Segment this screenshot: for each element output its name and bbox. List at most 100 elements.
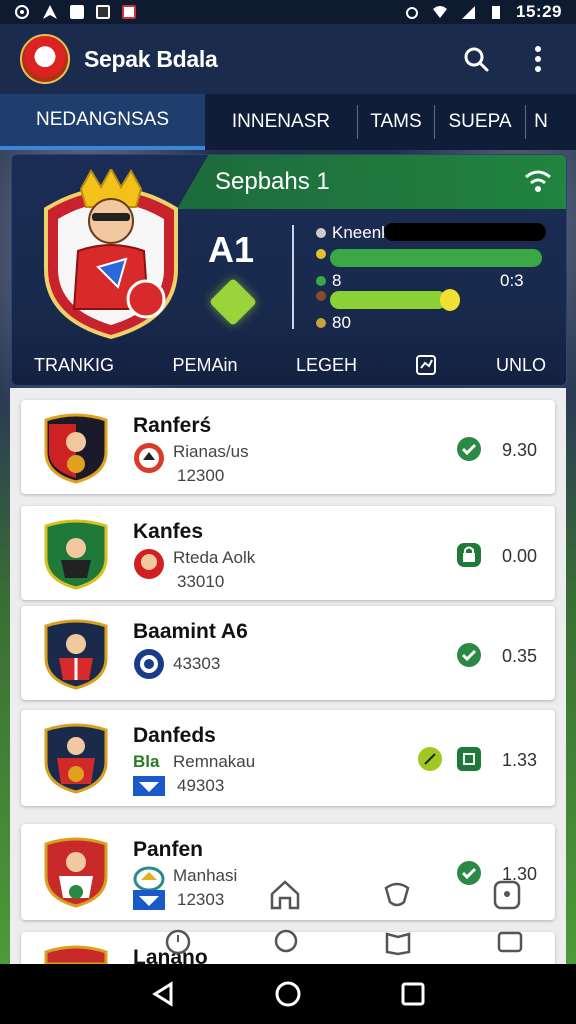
app-title: Sepak Bdala xyxy=(84,45,218,72)
clock-icon[interactable] xyxy=(164,928,192,956)
card-icon[interactable] xyxy=(496,928,524,956)
trophy-icon[interactable] xyxy=(380,878,414,912)
player-tag: Bla xyxy=(133,752,160,771)
stat-row: 80 xyxy=(316,313,351,333)
rank-diamond-icon xyxy=(208,277,258,327)
player-team: Rianas/us xyxy=(173,442,249,461)
tab-0[interactable]: NEDANGNSAS xyxy=(0,94,205,150)
hero-divider xyxy=(292,225,294,329)
club-crest-icon xyxy=(44,619,108,690)
stat-value: 0:3 xyxy=(500,271,524,291)
player-team: Remnakau xyxy=(173,752,256,771)
stat-bar-3 xyxy=(330,291,447,309)
stat-row: Kneenk xyxy=(316,223,390,243)
player-value: 1.33 xyxy=(501,750,537,770)
player-mascot-avatar xyxy=(44,169,178,339)
alert-icon xyxy=(122,5,136,19)
club-crest-icon xyxy=(44,945,108,964)
club-crest-icon xyxy=(44,723,108,794)
player-value: 0.35 xyxy=(501,646,537,666)
stat-bullet-icon xyxy=(316,228,326,238)
club-logo xyxy=(20,34,70,84)
lock-icon xyxy=(457,543,481,567)
tab-3[interactable]: SUEPA xyxy=(435,94,525,150)
back-icon[interactable] xyxy=(149,980,177,1008)
square-status-icon xyxy=(457,747,481,771)
hero-score: A1 xyxy=(208,229,255,270)
player-row[interactable]: Kanfes Rteda Aolk 33010 0.00 xyxy=(21,506,555,600)
profile-icon[interactable] xyxy=(492,878,522,912)
status-bar: 15:29 xyxy=(0,0,576,24)
club-crest-icon xyxy=(44,519,108,590)
tab-4[interactable]: N xyxy=(526,94,556,150)
hero-nav-item[interactable]: PEMAin xyxy=(172,355,237,376)
player-name: Baamint A6 xyxy=(133,620,248,643)
club-crest-icon xyxy=(44,413,108,484)
player-team: Rteda Aolk xyxy=(173,548,256,567)
hero-nav-item[interactable]: LEGEH xyxy=(296,355,357,376)
check-circle-icon xyxy=(457,643,481,667)
player-number: 12300 xyxy=(177,466,225,485)
system-navigation-bar xyxy=(0,964,576,1024)
team-badge-icon xyxy=(133,866,165,892)
notification-icon xyxy=(70,5,84,19)
player-name: Panfen xyxy=(133,838,204,861)
wifi-signal-icon[interactable] xyxy=(524,169,552,195)
battery-icon xyxy=(492,6,501,19)
clock: 15:29 xyxy=(516,2,562,21)
recents-icon[interactable] xyxy=(399,980,427,1008)
stat-row: 8 xyxy=(316,271,341,291)
signal-icon xyxy=(462,6,476,19)
club-crest-icon xyxy=(44,837,108,908)
book-icon[interactable] xyxy=(384,928,412,956)
settings-icon xyxy=(15,5,29,19)
hero-nav: TRANKIG PEMAin LEGEH UNLO xyxy=(12,343,566,385)
check-circle-icon xyxy=(457,861,481,885)
player-value: 9.30 xyxy=(501,440,537,460)
check-circle-icon xyxy=(457,437,481,461)
search-icon xyxy=(464,47,489,72)
hero-nav-item[interactable]: TRANKIG xyxy=(34,355,114,376)
player-name: Danfeds xyxy=(133,724,216,747)
flag-icon xyxy=(133,890,165,910)
more-vertical-icon xyxy=(535,46,541,72)
player-number: 43303 xyxy=(173,654,221,673)
tab-2[interactable]: TAMS xyxy=(358,94,434,150)
stat-label: Kneenk xyxy=(332,223,390,242)
team-badge-icon xyxy=(134,549,164,579)
pencil-icon[interactable] xyxy=(417,746,443,772)
home-button-icon[interactable] xyxy=(274,980,302,1008)
player-row[interactable]: Baamint A6 43303 0.35 xyxy=(21,606,555,700)
tab-1[interactable]: INNENASR xyxy=(205,94,357,150)
featured-player-card[interactable]: Sepbahs 1 A1 Kneenk 8 0:3 80 TRANKIG PEM… xyxy=(11,154,567,386)
stat-bullet-icon xyxy=(316,291,326,301)
stat-bullet-icon xyxy=(316,249,326,259)
player-team: Manhasi xyxy=(173,866,238,885)
overflow-menu-button[interactable] xyxy=(520,41,556,77)
stat-value-text: 0:3 xyxy=(500,271,524,290)
stat-bar-0 xyxy=(384,223,546,241)
app-notification-icon xyxy=(96,5,110,19)
stat-bar-1 xyxy=(330,249,542,267)
player-value: 0.00 xyxy=(501,546,537,566)
stat-bullet-icon xyxy=(316,318,326,328)
hero-nav-item[interactable]: UNLO xyxy=(496,355,546,376)
player-row[interactable]: Ranferś Rianas/us 12300 9.30 xyxy=(21,400,555,494)
tab-strip: NEDANGNSAS INNENASR TAMS SUEPA N xyxy=(0,94,576,150)
player-number: 49303 xyxy=(177,776,225,795)
player-name: Ranferś xyxy=(133,414,212,437)
search-nav-icon[interactable] xyxy=(272,928,300,956)
stat-bar-knob xyxy=(440,289,460,311)
alarm-icon xyxy=(406,7,419,19)
search-button[interactable] xyxy=(458,41,494,77)
share-icon[interactable] xyxy=(415,354,437,376)
flag-icon xyxy=(133,776,165,796)
team-badge-icon xyxy=(134,649,164,679)
wifi-icon xyxy=(433,6,448,18)
player-row[interactable]: Danfeds Bla Remnakau 49303 1.33 xyxy=(21,710,555,806)
player-name: Kanfes xyxy=(133,520,204,543)
navigation-icon xyxy=(43,5,57,19)
home-icon[interactable] xyxy=(268,878,302,912)
stat-label: 8 xyxy=(332,271,342,290)
player-number: 33010 xyxy=(177,572,225,591)
